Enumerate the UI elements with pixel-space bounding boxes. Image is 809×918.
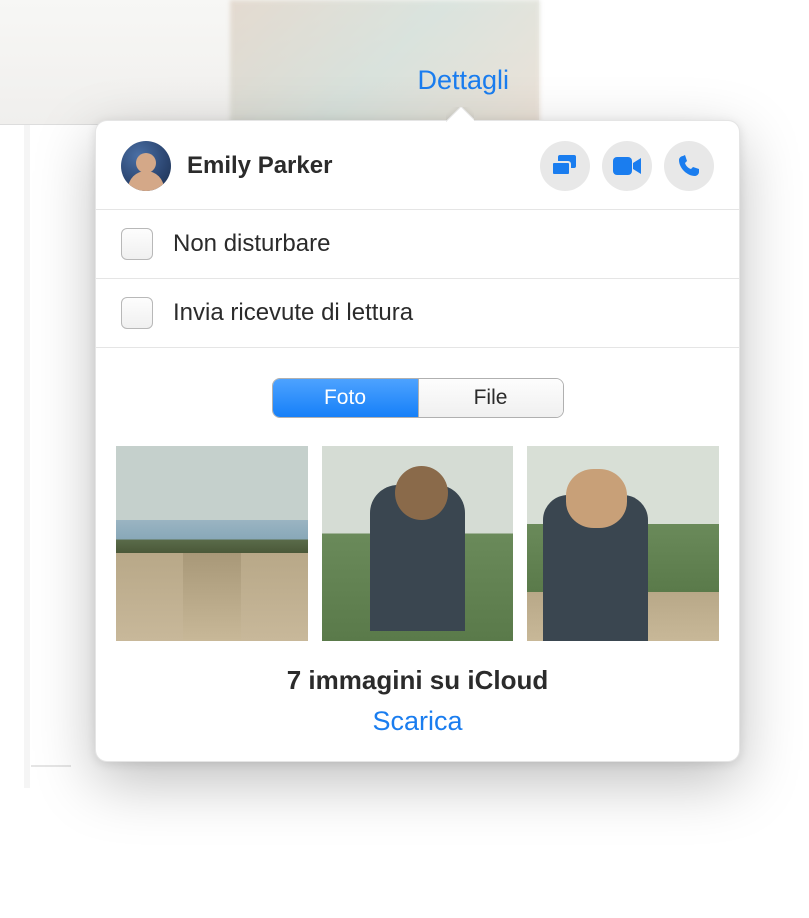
conversation-preview-blur (230, 0, 540, 125)
do-not-disturb-checkbox[interactable] (121, 228, 153, 260)
read-receipts-label: Invia ricevute di lettura (173, 299, 413, 327)
details-button[interactable]: Dettagli (417, 65, 509, 96)
read-receipts-row: Invia ricevute di lettura (96, 279, 739, 348)
sidebar-row-divider (31, 765, 71, 767)
details-popover: Emily Parker (95, 120, 740, 762)
photo-thumbnail-3[interactable] (527, 446, 719, 641)
popover-arrow (446, 107, 474, 122)
read-receipts-checkbox[interactable] (121, 297, 153, 329)
video-call-button[interactable] (602, 141, 652, 191)
contact-name: Emily Parker (187, 152, 524, 180)
sidebar-divider (24, 125, 30, 788)
video-icon (613, 157, 641, 175)
screen-share-icon (552, 155, 578, 177)
do-not-disturb-label: Non disturbare (173, 230, 330, 258)
screen-share-button[interactable] (540, 141, 590, 191)
audio-call-button[interactable] (664, 141, 714, 191)
download-button[interactable]: Scarica (96, 700, 739, 761)
segment-control: Foto File (272, 378, 564, 418)
segment-control-container: Foto File (96, 348, 739, 438)
phone-icon (678, 155, 700, 177)
contact-header: Emily Parker (96, 121, 739, 210)
photo-thumbnails (96, 438, 739, 655)
tab-photos[interactable]: Foto (273, 379, 418, 417)
contact-actions (540, 141, 714, 191)
photo-thumbnail-2[interactable] (322, 446, 514, 641)
photo-thumbnail-1[interactable] (116, 446, 308, 641)
do-not-disturb-row: Non disturbare (96, 210, 739, 279)
avatar[interactable] (121, 141, 171, 191)
icloud-image-count: 7 immagini su iCloud (96, 655, 739, 700)
tab-files[interactable]: File (418, 379, 563, 417)
